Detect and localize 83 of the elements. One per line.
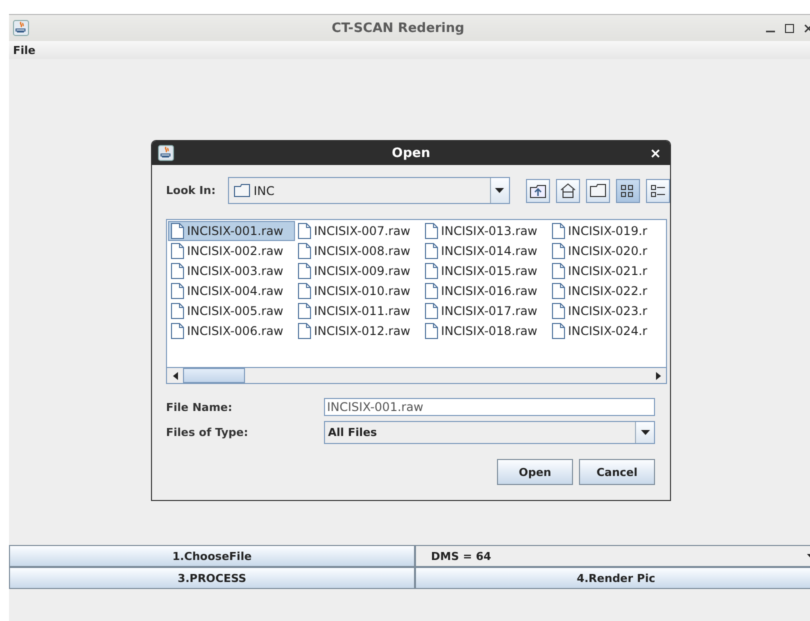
raw-file-entry[interactable]: INCISIX-024.r xyxy=(549,321,666,341)
raw-file-entry[interactable]: INCISIX-006.raw xyxy=(168,321,295,341)
file-icon xyxy=(298,263,311,279)
look-in-dropdown[interactable]: INC xyxy=(228,177,510,204)
file-icon xyxy=(552,263,565,279)
file-icon xyxy=(425,303,438,319)
raw-file-entry[interactable]: INCISIX-014.raw xyxy=(422,241,549,261)
file-icon xyxy=(425,223,438,239)
horizontal-scrollbar[interactable] xyxy=(167,367,666,383)
raw-file-entry[interactable]: INCISIX-002.raw xyxy=(168,241,295,261)
raw-file-entry[interactable]: INCISIX-010.raw xyxy=(295,281,422,301)
file-icon xyxy=(298,283,311,299)
raw-file-entry[interactable]: INCISIX-016.raw xyxy=(422,281,549,301)
raw-file-entry[interactable]: INCISIX-019.r xyxy=(549,221,666,241)
look-in-label: Look In: xyxy=(166,184,216,197)
dialog-title: Open xyxy=(390,146,432,160)
file-icon xyxy=(171,263,184,279)
file-type-dropdown[interactable]: All Files xyxy=(324,421,655,444)
raw-file-entry[interactable]: INCISIX-015.raw xyxy=(422,261,549,281)
scroll-thumb[interactable] xyxy=(183,368,245,383)
list-tool-button[interactable] xyxy=(616,178,640,202)
process-button[interactable]: 3.PROCESS xyxy=(9,567,415,589)
file-name-label: File Name: xyxy=(166,400,232,414)
file-icon xyxy=(425,243,438,259)
file-icon xyxy=(425,283,438,299)
open-button[interactable]: Open xyxy=(497,459,573,485)
file-icon xyxy=(171,243,184,259)
raw-file-entry[interactable]: INCISIX-018.raw xyxy=(422,321,549,341)
file-icon xyxy=(298,223,311,239)
file-icon xyxy=(171,223,184,239)
file-icon xyxy=(171,303,184,319)
file-icon xyxy=(425,323,438,339)
menu-item[interactable]: File xyxy=(9,44,40,56)
raw-file-entry[interactable]: INCISIX-005.raw xyxy=(168,301,295,321)
scroll-right-icon[interactable] xyxy=(656,372,660,380)
file-icon xyxy=(298,303,311,319)
scroll-left-icon[interactable] xyxy=(172,372,178,380)
cancel-button[interactable]: Cancel xyxy=(579,459,655,485)
file-icon xyxy=(552,243,565,259)
file-icon xyxy=(425,263,438,279)
up-folder-icon xyxy=(530,184,546,198)
raw-file-entry[interactable]: INCISIX-009.raw xyxy=(295,261,422,281)
file-type-label: Files of Type: xyxy=(166,426,248,439)
file-icon xyxy=(552,303,565,319)
window-title: CT-SCAN Redering xyxy=(330,20,466,36)
dms-dropdown[interactable]: DMS = 64 xyxy=(415,545,810,567)
raw-file-entry[interactable]: INCISIX-022.r xyxy=(549,281,666,301)
file-icon xyxy=(298,323,311,339)
file-icon xyxy=(171,283,184,299)
dropdown-arrow-icon xyxy=(495,188,504,193)
raw-file-entry[interactable]: INCISIX-008.raw xyxy=(295,241,422,261)
dropdown-arrow-icon xyxy=(640,430,650,435)
raw-file-entry[interactable]: INCISIX-012.raw xyxy=(295,321,422,341)
raw-file-entry[interactable]: INCISIX-017.raw xyxy=(422,301,549,321)
new-folder-icon xyxy=(590,184,606,197)
details-view-icon xyxy=(650,184,665,198)
home-icon xyxy=(560,183,576,198)
maximize-icon[interactable] xyxy=(785,24,794,32)
java-app-icon xyxy=(13,20,29,36)
folder-tool-button[interactable] xyxy=(586,178,610,202)
file-icon xyxy=(552,223,565,239)
file-icon xyxy=(298,243,311,259)
up-tool-button[interactable] xyxy=(526,178,550,202)
file-icon xyxy=(552,283,565,299)
details-tool-button[interactable] xyxy=(646,178,670,202)
raw-file-entry[interactable]: INCISIX-004.raw xyxy=(168,281,295,301)
home-tool-button[interactable] xyxy=(556,178,580,202)
file-name-field[interactable]: INCISIX-001.raw xyxy=(324,398,655,416)
file-icon xyxy=(552,323,565,339)
folder-icon xyxy=(234,184,250,197)
raw-file-entry[interactable]: INCISIX-020.r xyxy=(549,241,666,261)
raw-file-entry[interactable]: INCISIX-023.r xyxy=(549,301,666,321)
raw-file-entry[interactable]: INCISIX-001.raw xyxy=(168,221,295,241)
choose-file-button[interactable]: 1.ChooseFile xyxy=(9,545,415,567)
raw-file-entry[interactable]: INCISIX-021.r xyxy=(549,261,666,281)
raw-file-entry[interactable]: INCISIX-007.raw xyxy=(295,221,422,241)
java-app-icon xyxy=(158,145,174,161)
raw-file-entry[interactable]: INCISIX-003.raw xyxy=(168,261,295,281)
render-button[interactable]: 4.Render Pic xyxy=(415,567,810,589)
file-icon xyxy=(171,323,184,339)
list-view-icon xyxy=(620,184,635,198)
raw-file-entry[interactable]: INCISIX-013.raw xyxy=(422,221,549,241)
raw-file-entry[interactable]: INCISIX-011.raw xyxy=(295,301,422,321)
